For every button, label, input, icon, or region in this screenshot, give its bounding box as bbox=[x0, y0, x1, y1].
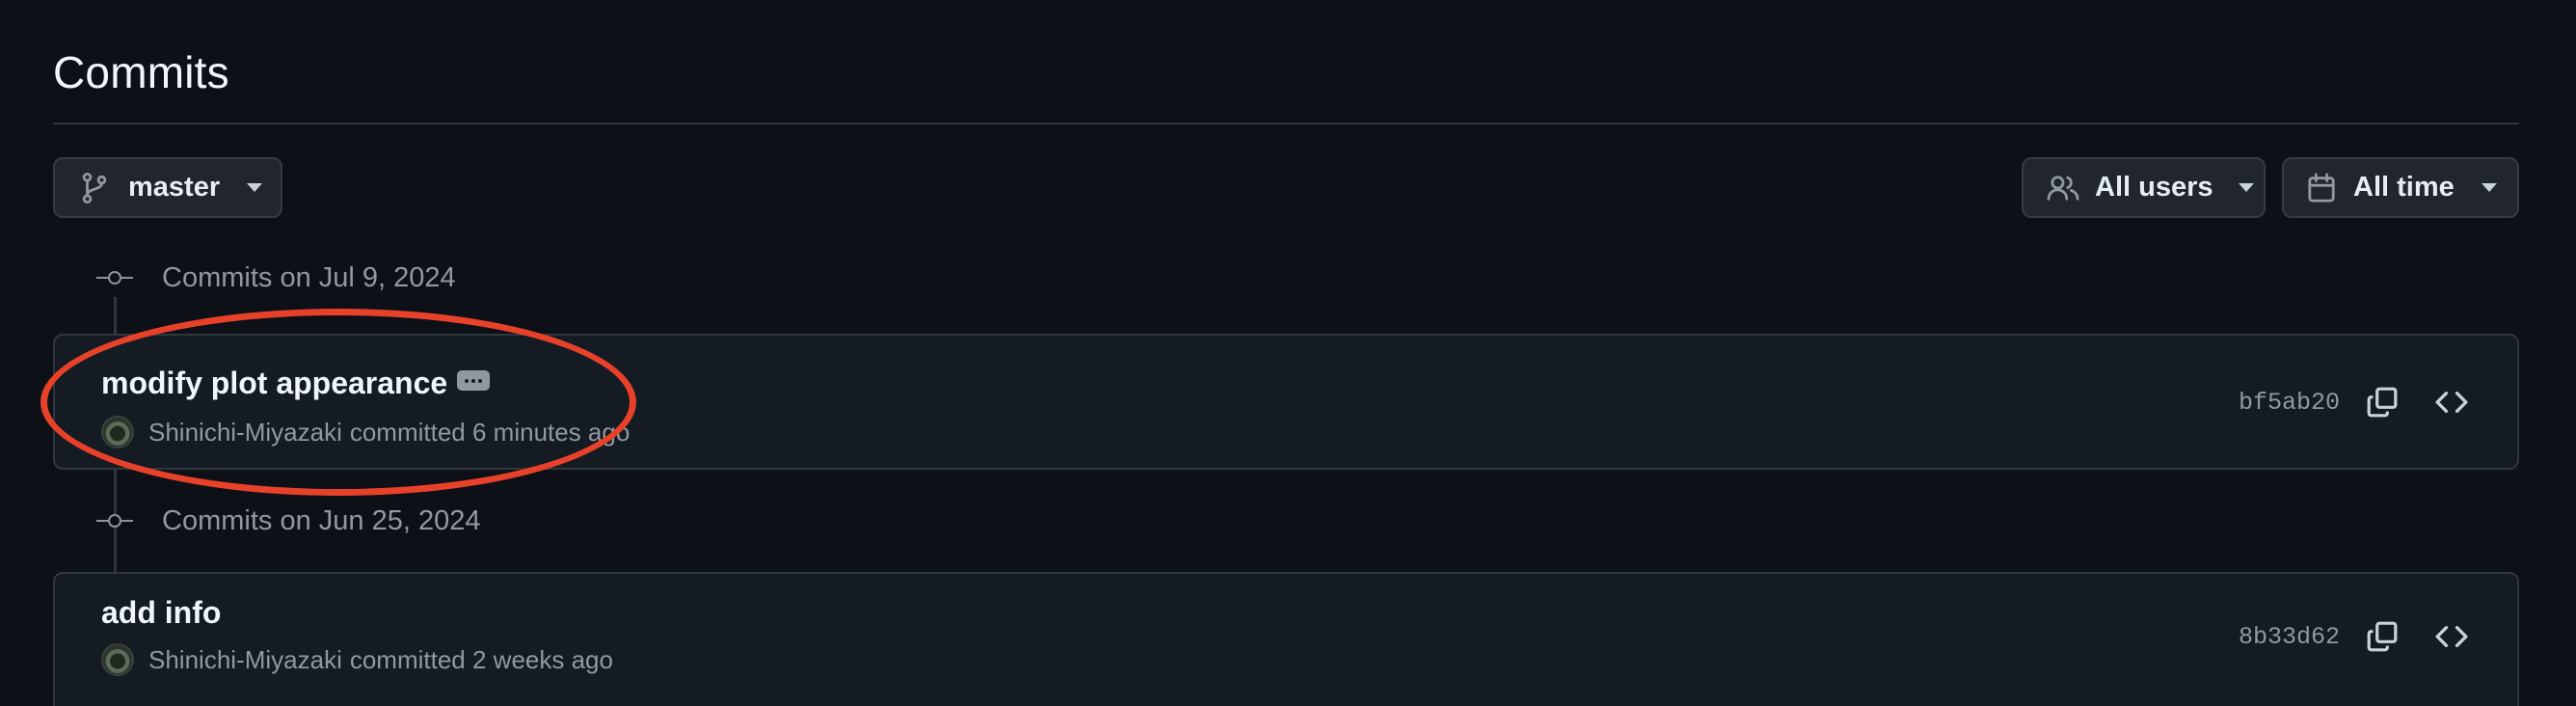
users-filter-label: All users bbox=[2095, 172, 2214, 203]
branch-selector-button[interactable]: master bbox=[53, 157, 282, 218]
chevron-down-icon bbox=[247, 183, 263, 192]
users-filter-button[interactable]: All users bbox=[2022, 157, 2266, 218]
code-browse-icon[interactable] bbox=[2430, 381, 2473, 423]
ellipsis-icon[interactable] bbox=[457, 370, 490, 391]
author-link[interactable]: Shinichi-Miyazaki bbox=[148, 418, 342, 448]
commit-message-link[interactable]: modify plot appearance bbox=[101, 366, 447, 401]
avatar[interactable] bbox=[101, 643, 134, 676]
time-filter-button[interactable]: All time bbox=[2282, 157, 2519, 218]
commit-sha-link[interactable]: 8b33d62 bbox=[2239, 623, 2340, 651]
code-browse-icon[interactable] bbox=[2430, 615, 2473, 658]
commit-group-date: Commits on Jun 25, 2024 bbox=[162, 504, 481, 536]
copy-icon[interactable] bbox=[2361, 615, 2403, 658]
title-divider bbox=[53, 122, 2519, 124]
commit-author-row: Shinichi-Miyazaki committed 2 weeks ago bbox=[101, 643, 613, 676]
avatar[interactable] bbox=[101, 416, 134, 448]
commit-sha-link[interactable]: bf5ab20 bbox=[2239, 389, 2340, 417]
commit-row: modify plot appearance Shinichi-Miyazaki… bbox=[53, 334, 2519, 470]
chevron-down-icon bbox=[2238, 183, 2254, 192]
time-filter-label: All time bbox=[2353, 172, 2455, 203]
commit-node-icon bbox=[96, 510, 133, 531]
commit-group-date: Commits on Jul 9, 2024 bbox=[162, 261, 456, 293]
page-title: Commits bbox=[53, 47, 229, 97]
chevron-down-icon bbox=[2481, 183, 2497, 192]
commit-group-header: Commits on Jun 25, 2024 bbox=[96, 502, 480, 540]
calendar-icon bbox=[2307, 173, 2336, 204]
commit-author-row: Shinichi-Miyazaki committed 6 minutes ag… bbox=[101, 416, 630, 448]
branch-label: master bbox=[128, 172, 221, 203]
commit-message-link[interactable]: add info bbox=[101, 595, 221, 631]
timeline-line bbox=[114, 297, 117, 336]
author-link[interactable]: Shinichi-Miyazaki bbox=[148, 645, 342, 675]
commits-page: Commits master All users All time Commit… bbox=[0, 0, 2576, 706]
commit-row: add info Shinichi-Miyazaki committed 2 w… bbox=[53, 572, 2519, 706]
commit-group-header: Commits on Jul 9, 2024 bbox=[96, 258, 456, 297]
copy-icon[interactable] bbox=[2361, 381, 2403, 423]
commit-time: committed 2 weeks ago bbox=[349, 644, 613, 674]
commit-time: committed 6 minutes ago bbox=[349, 417, 631, 447]
git-branch-icon bbox=[80, 172, 109, 204]
people-icon bbox=[2047, 174, 2080, 203]
commit-node-icon bbox=[96, 267, 133, 288]
